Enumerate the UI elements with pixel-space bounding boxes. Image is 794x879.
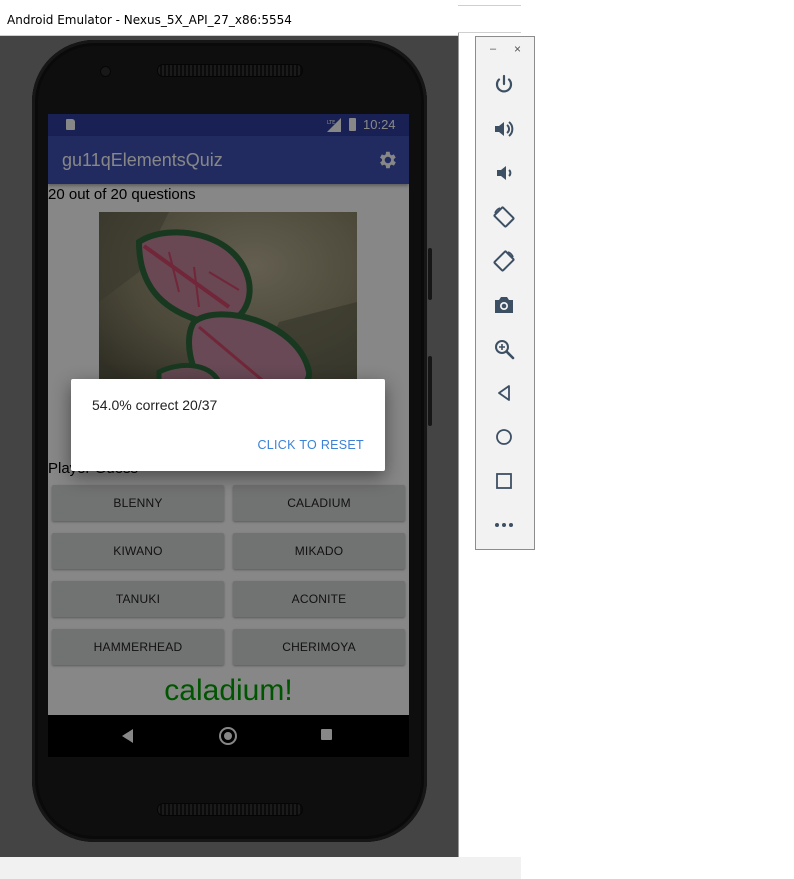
volume-up-icon[interactable]: [492, 117, 516, 141]
zoom-icon[interactable]: [492, 337, 516, 361]
close-button[interactable]: ×: [514, 42, 521, 56]
dialog-message: 54.0% correct 20/37: [92, 397, 218, 413]
back-icon[interactable]: [492, 381, 516, 405]
desktop-background: [521, 0, 794, 879]
emulator-titlebar[interactable]: Android Emulator - Nexus_5X_API_27_x86:5…: [0, 5, 458, 36]
rotate-left-icon[interactable]: [492, 205, 516, 229]
home-icon[interactable]: [492, 425, 516, 449]
window-title: Android Emulator - Nexus_5X_API_27_x86:5…: [7, 13, 292, 27]
results-dialog: 54.0% correct 20/37 CLICK TO RESET: [71, 379, 385, 471]
emulator-toolbar: – ×: [475, 36, 535, 550]
reset-button[interactable]: CLICK TO RESET: [257, 438, 364, 452]
power-icon[interactable]: [492, 73, 516, 97]
window-bottom-strip: [0, 857, 521, 879]
minimize-button[interactable]: –: [490, 43, 496, 55]
volume-down-icon[interactable]: [492, 161, 516, 185]
rotate-right-icon[interactable]: [492, 249, 516, 273]
titlebar-extension: [458, 5, 521, 33]
more-icon[interactable]: [492, 513, 516, 537]
camera-icon[interactable]: [492, 293, 516, 317]
overview-icon[interactable]: [492, 469, 516, 493]
